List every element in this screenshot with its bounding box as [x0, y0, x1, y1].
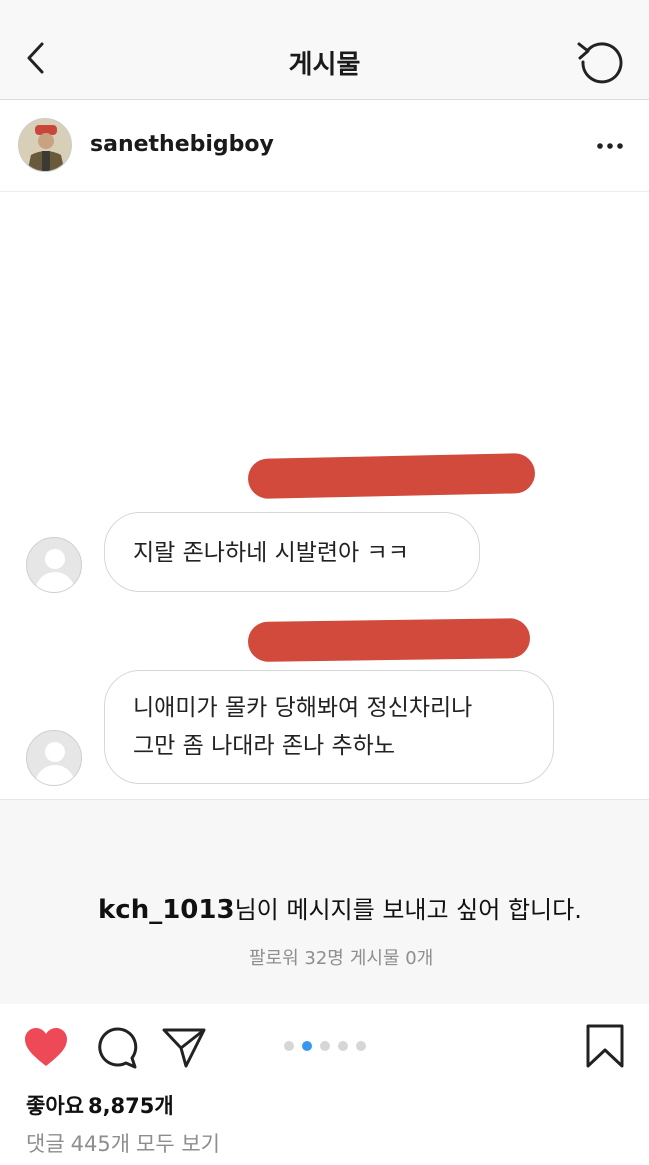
message-bubble: 니애미가 몰카 당해봐여 정신차리나 그만 좀 나대라 존나 추하노 — [104, 670, 554, 784]
comments-number: 445개 — [70, 1132, 131, 1156]
message-avatar — [26, 730, 82, 786]
redaction-mark — [247, 452, 536, 500]
request-label: 님이 메시지를 보내고 싶어 합니다. — [234, 896, 582, 924]
heart-icon[interactable] — [22, 1024, 70, 1072]
likes-number: 8,875개 — [87, 1094, 174, 1118]
more-horizontal-icon[interactable] — [590, 128, 630, 164]
carousel-dot — [320, 1041, 330, 1051]
comments-label: 댓글 — [26, 1132, 65, 1156]
page-title: 게시물 — [288, 50, 361, 80]
post-header: sanethebigboy — [0, 100, 649, 192]
likes-count[interactable]: 좋아요 8,875개 — [26, 1090, 178, 1120]
chat-screenshot: 지랄 존나하네 시발련아 ㅋㅋ 니애미가 몰카 당해봐여 정신차리나 그만 좀 … — [0, 192, 649, 800]
message-avatar — [26, 537, 82, 593]
carousel-dot — [356, 1041, 366, 1051]
refresh-icon[interactable] — [575, 36, 625, 84]
avatar[interactable] — [18, 118, 72, 172]
post-image[interactable]: 지랄 존나하네 시발련아 ㅋㅋ 니애미가 몰카 당해봐여 정신차리나 그만 좀 … — [0, 192, 649, 1004]
bookmark-icon[interactable] — [582, 1022, 630, 1070]
message-text-line: 니애미가 몰카 당해봐여 정신차리나 — [133, 695, 473, 721]
comment-icon[interactable] — [92, 1024, 140, 1072]
followers-count: 팔로워 32명 — [249, 948, 344, 969]
message-bubble: 지랄 존나하네 시발련아 ㅋㅋ — [104, 512, 480, 592]
likes-label: 좋아요 — [26, 1094, 84, 1118]
redaction-mark — [247, 618, 531, 662]
view-all-comments-link[interactable]: 댓글 445개 모두 보기 — [26, 1128, 226, 1158]
share-icon[interactable] — [160, 1024, 208, 1072]
posts-count: 게시물 0개 — [349, 948, 434, 969]
carousel-indicator — [284, 1041, 374, 1051]
sender-name: kch_1013 — [98, 895, 235, 925]
navigation-bar: 게시물 — [0, 0, 649, 100]
carousel-dot-active — [302, 1041, 312, 1051]
action-bar — [0, 1004, 649, 1088]
carousel-dot — [338, 1041, 348, 1051]
carousel-dot — [284, 1041, 294, 1051]
message-request: kch_1013님이 메시지를 보내고 싶어 합니다. 팔로워 32명 게시물 0… — [0, 800, 649, 1004]
post-username[interactable]: sanethebigboy — [90, 132, 274, 157]
sender-stats: 팔로워 32명 게시물 0개 — [249, 944, 439, 970]
message-request-text: kch_1013님이 메시지를 보내고 싶어 합니다. — [98, 890, 582, 925]
message-text-line: 그만 좀 나대라 존나 추하노 — [133, 733, 396, 759]
message-text: 지랄 존나하네 시발련아 ㅋㅋ — [133, 540, 409, 566]
view-all-label: 모두 보기 — [136, 1132, 221, 1156]
